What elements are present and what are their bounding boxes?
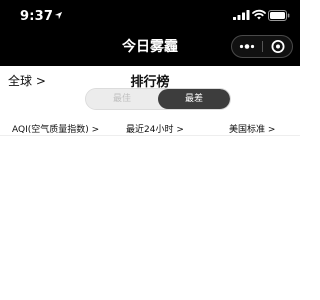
cellular-signal-icon [233,10,250,20]
filter-divider [0,135,300,136]
standard-filter[interactable]: 美国标准 > [229,122,275,135]
page-title: 排行榜 [130,75,170,90]
battery-icon [268,10,290,21]
status-bar: 9:37 [0,0,300,30]
best-worst-toggle: 最佳 最差 [86,89,230,109]
wifi-icon [252,9,266,20]
target-circle-icon[interactable] [263,36,293,57]
location-arrow-icon [54,11,63,20]
metric-filter[interactable]: AQI(空气质量指数) > [12,122,99,135]
status-time: 9:37 [20,9,54,24]
period-filter[interactable]: 最近24小时 > [126,122,184,135]
toggle-worst[interactable]: 最差 [158,89,230,109]
mini-program-capsule [231,35,293,58]
ellipsis-icon[interactable] [232,36,262,57]
toggle-best[interactable]: 最佳 [86,89,158,109]
top-bar: 9:37 今日雾霾 [0,0,300,66]
